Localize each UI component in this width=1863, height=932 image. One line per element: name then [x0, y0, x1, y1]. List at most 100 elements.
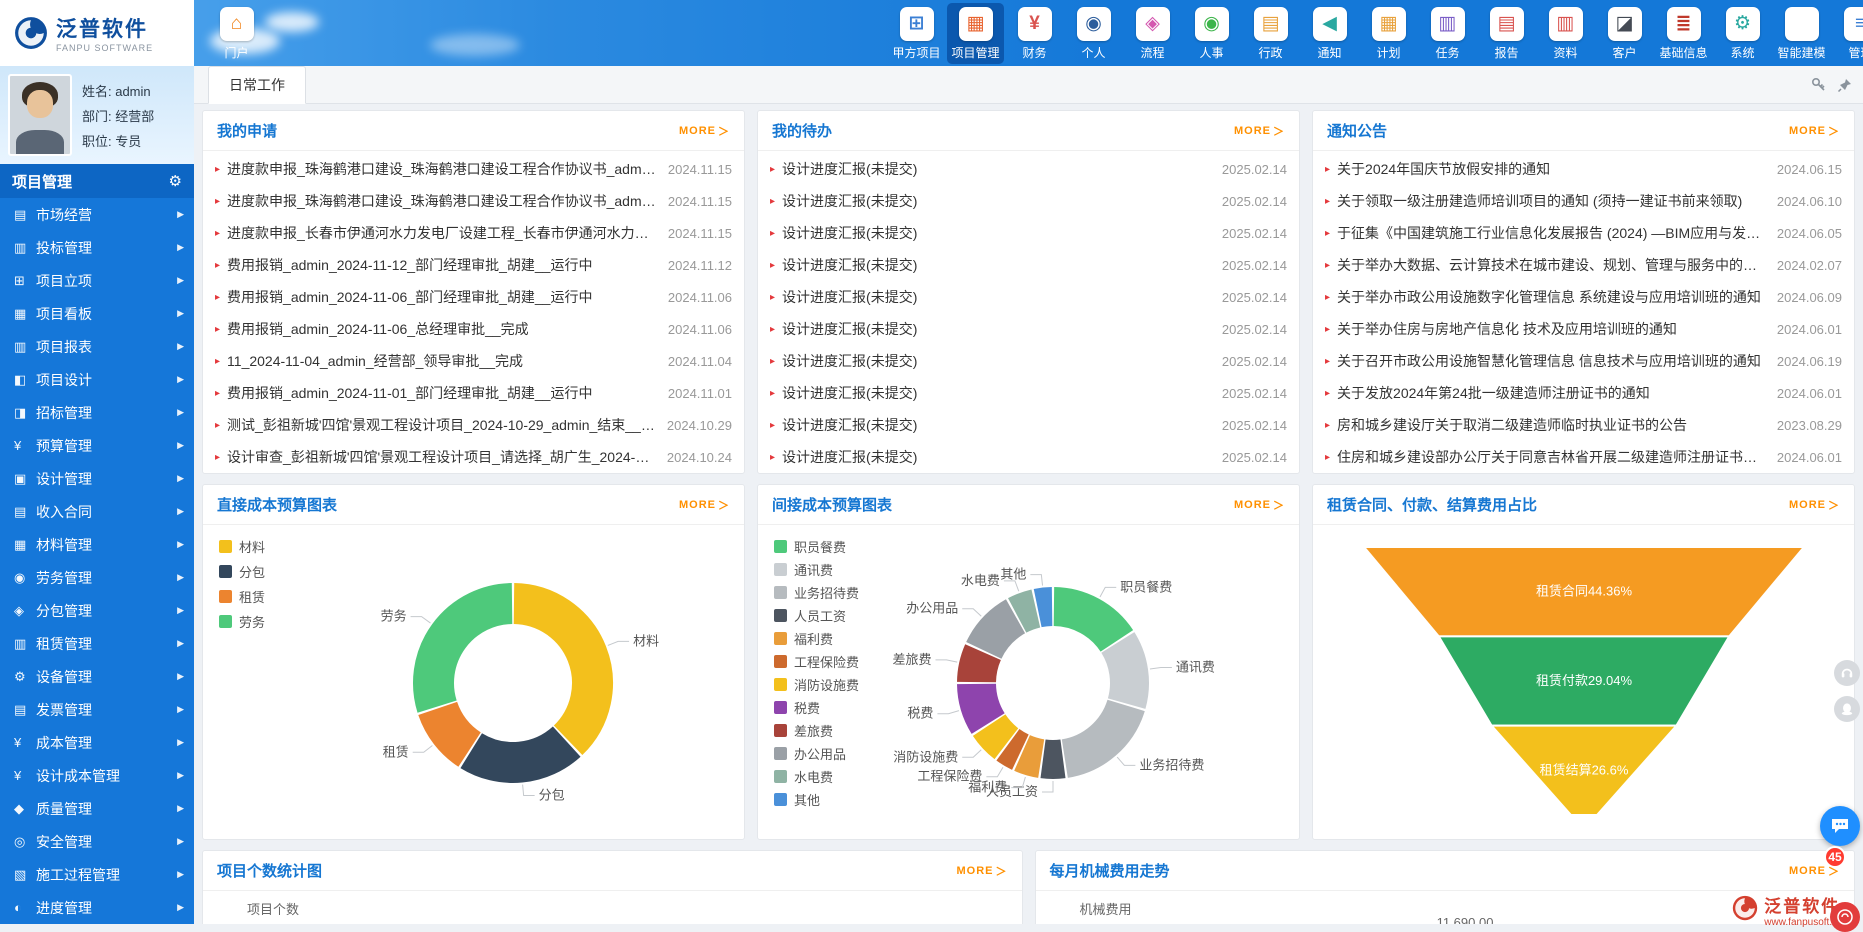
more-button[interactable]: MORE＞	[1234, 123, 1285, 139]
list-item[interactable]: ▸关于2024年国庆节放假安排的通知2024.06.15	[1325, 153, 1842, 185]
donut-slice-劳务[interactable]	[434, 604, 513, 707]
legend-item[interactable]: 租赁	[219, 587, 265, 606]
donut-slice-材料[interactable]	[514, 604, 593, 741]
nav-item-notifications[interactable]: ◀通知	[1301, 3, 1358, 64]
donut-slice-通讯费[interactable]	[1118, 642, 1130, 703]
nav-item-base-info[interactable]: ≣基础信息	[1655, 3, 1712, 64]
list-item[interactable]: ▸测试_彭祖新城'四馆'景观工程设计项目_2024-10-29_admin_结束…	[215, 409, 732, 441]
nav-item-portal[interactable]: ⌂ 门户	[208, 3, 265, 64]
nav-item-workflow[interactable]: ◈流程	[1124, 3, 1181, 64]
sidebar-item-labor[interactable]: ◉劳务管理▶	[0, 561, 194, 594]
sidebar-item-market[interactable]: ▤市场经营▶	[0, 198, 194, 231]
nav-item-client-projects[interactable]: ⊞甲方项目	[888, 3, 945, 64]
sidebar-item-construction[interactable]: ▧施工过程管理▶	[0, 858, 194, 891]
sidebar-item-project-design[interactable]: ◧项目设计▶	[0, 363, 194, 396]
list-item[interactable]: ▸关于举办大数据、云计算技术在城市建设、规划、管理与服务中的应用培训班...20…	[1325, 249, 1842, 281]
list-item[interactable]: ▸关于召开市政公用设施智慧化管理信息 信息技术与应用培训班的通知2024.06.…	[1325, 345, 1842, 377]
legend-item[interactable]: 通讯费	[774, 560, 859, 579]
legend-item[interactable]: 税费	[774, 698, 859, 717]
donut-slice-人员工资[interactable]	[1043, 759, 1063, 760]
donut-slice-差旅费[interactable]	[977, 652, 984, 682]
chat-button[interactable]	[1820, 806, 1860, 846]
list-item[interactable]: ▸设计进度汇报(未提交)2025.02.14	[770, 153, 1287, 185]
sidebar-item-income-contract[interactable]: ▤收入合同▶	[0, 495, 194, 528]
donut-slice-分包[interactable]	[471, 742, 566, 763]
qq-icon[interactable]	[1834, 696, 1860, 722]
list-item[interactable]: ▸11_2024-11-04_admin_经营部_领导审批__完成2024.11…	[215, 345, 732, 377]
sidebar-item-safety[interactable]: ◎安全管理▶	[0, 825, 194, 858]
legend-item[interactable]: 材料	[219, 537, 265, 556]
headset-icon[interactable]	[1834, 660, 1860, 686]
list-item[interactable]: ▸设计进度汇报(未提交)2025.02.14	[770, 281, 1287, 313]
list-item[interactable]: ▸设计进度汇报(未提交)2025.02.14	[770, 409, 1287, 441]
legend-item[interactable]: 分包	[219, 562, 265, 581]
nav-item-project-management[interactable]: ▦项目管理	[947, 3, 1004, 64]
donut-slice-其他[interactable]	[1038, 607, 1052, 609]
nav-item-documents[interactable]: ▥资料	[1537, 3, 1594, 64]
list-item[interactable]: ▸关于发放2024年第24批一级建造师注册证书的通知2024.06.01	[1325, 377, 1842, 409]
legend-item[interactable]: 消防设施费	[774, 675, 859, 694]
donut-slice-福利费[interactable]	[1022, 753, 1041, 759]
more-button[interactable]: MORE＞	[1789, 123, 1840, 139]
list-item[interactable]: ▸设计进度汇报(未提交)2025.02.14	[770, 441, 1287, 473]
list-item[interactable]: ▸关于领取一级注册建造师培训项目的通知 (须持一建证书前来领取)2024.06.…	[1325, 185, 1842, 217]
donut-slice-消防设施费[interactable]	[989, 725, 1006, 744]
sidebar-item-equipment[interactable]: ⚙设备管理▶	[0, 660, 194, 693]
list-item[interactable]: ▸设计审查_彭祖新城'四馆'景观工程设计项目_请选择_胡广生_2024-10-2…	[215, 441, 732, 473]
project-count-bar-chart[interactable]: 项目个数 7 7 7	[203, 891, 1022, 924]
list-item[interactable]: ▸设计进度汇报(未提交)2025.02.14	[770, 185, 1287, 217]
gear-icon[interactable]: ⚙	[169, 172, 182, 190]
list-item[interactable]: ▸设计进度汇报(未提交)2025.02.14	[770, 377, 1287, 409]
list-item[interactable]: ▸关于举办市政公用设施数字化管理信息 系统建设与应用培训班的通知2024.06.…	[1325, 281, 1842, 313]
sidebar-item-material[interactable]: ▦材料管理▶	[0, 528, 194, 561]
machinery-cost-line-chart[interactable]: 机械费用 12,000 11,690.00	[1036, 891, 1855, 924]
sidebar-item-budget[interactable]: ¥预算管理▶	[0, 429, 194, 462]
more-button[interactable]: MORE＞	[679, 497, 730, 513]
service-icon[interactable]	[1830, 902, 1860, 932]
donut-slice-租赁[interactable]	[438, 708, 470, 749]
sidebar-item-design[interactable]: ▣设计管理▶	[0, 462, 194, 495]
nav-item-administration[interactable]: ▤行政	[1242, 3, 1299, 64]
sidebar-item-lease[interactable]: ▥租赁管理▶	[0, 627, 194, 660]
nav-item-personal[interactable]: ◉个人	[1065, 3, 1122, 64]
more-button[interactable]: MORE＞	[1234, 497, 1285, 513]
legend-item[interactable]: 劳务	[219, 612, 265, 631]
nav-item-plans[interactable]: ▦计划	[1360, 3, 1417, 64]
list-item[interactable]: ▸费用报销_admin_2024-11-12_部门经理审批_胡建__运行中202…	[215, 249, 732, 281]
list-item[interactable]: ▸住房和城乡建设部办公厅关于同意吉林省开展二级建造师注册证书电子化试点...20…	[1325, 441, 1842, 473]
sidebar-item-kanban[interactable]: ▦项目看板▶	[0, 297, 194, 330]
legend-item[interactable]: 业务招待费	[774, 583, 859, 602]
legend-item[interactable]: 办公用品	[774, 744, 859, 763]
donut-slice-业务招待费[interactable]	[1065, 705, 1126, 758]
list-item[interactable]: ▸费用报销_admin_2024-11-06_部门经理审批_胡建__运行中202…	[215, 281, 732, 313]
legend-item[interactable]: 人员工资	[774, 606, 859, 625]
legend-item[interactable]: 差旅费	[774, 721, 859, 740]
sidebar-item-invoice[interactable]: ▤发票管理▶	[0, 693, 194, 726]
list-item[interactable]: ▸进度款申报_珠海鹤港口建设_珠海鹤港口建设工程合作协议书_admin_...2…	[215, 185, 732, 217]
list-item[interactable]: ▸费用报销_admin_2024-11-01_部门经理审批_胡建__运行中202…	[215, 377, 732, 409]
list-item[interactable]: ▸进度款申报_珠海鹤港口建设_珠海鹤港口建设工程合作协议书_admin_...2…	[215, 153, 732, 185]
nav-item-management-tools[interactable]: ≡管理	[1832, 3, 1863, 64]
notification-badge[interactable]: 45	[1824, 846, 1846, 868]
list-item[interactable]: ▸设计进度汇报(未提交)2025.02.14	[770, 217, 1287, 249]
more-button[interactable]: MORE＞	[679, 123, 730, 139]
legend-item[interactable]: 其他	[774, 790, 859, 809]
nav-item-finance[interactable]: ¥财务	[1006, 3, 1063, 64]
list-item[interactable]: ▸设计进度汇报(未提交)2025.02.14	[770, 249, 1287, 281]
sidebar-item-report-chart[interactable]: ▥项目报表▶	[0, 330, 194, 363]
sidebar-item-quality[interactable]: ◆质量管理▶	[0, 792, 194, 825]
donut-slice-职员餐费[interactable]	[1054, 607, 1117, 641]
module-header[interactable]: 项目管理 ⚙	[0, 164, 194, 198]
avatar[interactable]	[8, 74, 72, 156]
sidebar-item-bid[interactable]: ▥投标管理▶	[0, 231, 194, 264]
lease-funnel-chart[interactable]: 租赁合同44.36%租赁付款29.04%租赁结算26.6%	[1313, 525, 1855, 840]
nav-item-tasks[interactable]: ▥任务	[1419, 3, 1476, 64]
list-item[interactable]: ▸房和城乡建设厅关于取消二级建造师临时执业证书的公告2023.08.29	[1325, 409, 1842, 441]
list-item[interactable]: ▸关于举办住房与房地产信息化 技术及应用培训班的通知2024.06.01	[1325, 313, 1842, 345]
list-item[interactable]: ▸费用报销_admin_2024-11-06_总经理审批__完成2024.11.…	[215, 313, 732, 345]
sidebar-item-project-initiation[interactable]: ⊞项目立项▶	[0, 264, 194, 297]
list-item[interactable]: ▸于征集《中国建筑施工行业信息化发展报告 (2024) —BIM应用与发展》材料…	[1325, 217, 1842, 249]
legend-item[interactable]: 职员餐费	[774, 537, 859, 556]
sidebar-item-design-cost[interactable]: ¥设计成本管理▶	[0, 759, 194, 792]
sidebar-item-progress[interactable]: ◐进度管理▶	[0, 891, 194, 924]
